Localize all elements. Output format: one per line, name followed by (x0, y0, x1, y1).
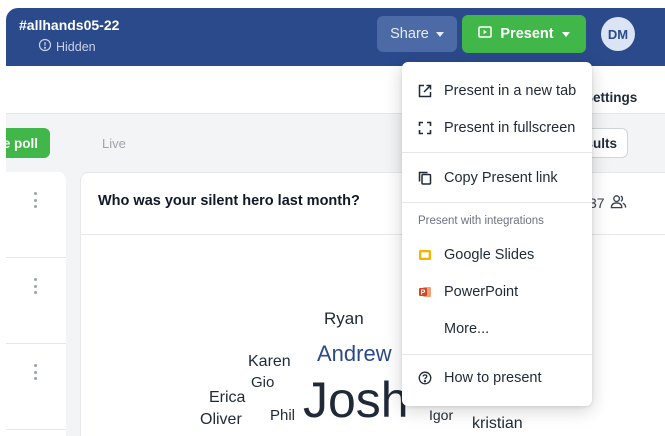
list-item[interactable] (6, 344, 66, 430)
external-link-icon (418, 84, 432, 98)
fullscreen-icon (418, 121, 432, 135)
more-vertical-icon[interactable] (33, 278, 37, 294)
visibility-label: Hidden (56, 39, 96, 54)
cloud-word: kristian (472, 415, 523, 432)
list-item[interactable] (6, 258, 66, 344)
google-slides-icon (418, 248, 432, 262)
users-icon (610, 193, 627, 213)
menu-item-how-to-present[interactable]: How to present (402, 361, 592, 395)
cloud-word: Phil (270, 407, 296, 424)
menu-item-more[interactable]: More... (402, 312, 592, 346)
menu-item-present-new-tab[interactable]: Present in a new tab (402, 74, 592, 108)
menu-item-present-fullscreen[interactable]: Present in fullscreen (402, 111, 592, 145)
event-name[interactable]: #allhands05-22 (19, 17, 119, 33)
poll-question: Who was your silent hero last month? (98, 193, 360, 209)
list-item[interactable] (6, 172, 66, 258)
app-window: #allhands05-22 Hidden Share Present DM S… (6, 8, 665, 436)
menu-item-label: More... (444, 321, 490, 337)
menu-item-label: How to present (444, 370, 542, 386)
copy-icon (418, 171, 432, 185)
menu-item-label: Present in fullscreen (444, 120, 576, 136)
cloud-word: Karen (248, 353, 291, 370)
chevron-down-icon (435, 31, 444, 37)
participant-count: 37 (589, 193, 627, 213)
cloud-word: Erica (209, 389, 246, 406)
more-vertical-icon[interactable] (33, 192, 37, 208)
menu-item-google-slides[interactable]: Google Slides (402, 238, 592, 272)
chevron-down-icon (561, 31, 570, 37)
svg-text:P: P (421, 290, 426, 297)
menu-item-label: PowerPoint (444, 284, 519, 300)
present-icon (478, 26, 493, 42)
present-label: Present (500, 26, 554, 42)
menu-divider (402, 152, 592, 153)
top-bar: #allhands05-22 Hidden Share Present DM (6, 8, 665, 66)
menu-item-label: Google Slides (444, 247, 535, 263)
cloud-word: Andrew (317, 341, 392, 366)
menu-item-label: Copy Present link (444, 170, 558, 186)
menu-divider (402, 202, 592, 203)
share-label: Share (390, 26, 429, 42)
alert-circle-icon (38, 38, 52, 55)
integrations-heading: Present with integrations (418, 215, 544, 227)
more-vertical-icon[interactable] (33, 364, 37, 380)
cloud-word: Josh (303, 372, 409, 428)
tab-live[interactable]: Live (102, 136, 126, 151)
cloud-word: Oliver (200, 411, 242, 428)
avatar[interactable]: DM (601, 17, 635, 51)
present-button[interactable]: Present (462, 15, 586, 53)
menu-item-copy-present-link[interactable]: Copy Present link (402, 161, 592, 195)
menu-item-label: Present in a new tab (444, 83, 577, 99)
visibility-status[interactable]: Hidden (38, 38, 96, 55)
cloud-word: Igor (429, 407, 454, 423)
present-menu: Present in a new tab Present in fullscre… (402, 62, 592, 406)
powerpoint-icon: P (418, 285, 432, 299)
create-poll-button[interactable]: e poll (6, 128, 50, 158)
share-button[interactable]: Share (377, 16, 457, 52)
cloud-word: Ryan (324, 309, 364, 328)
menu-divider (402, 354, 592, 355)
help-circle-icon (418, 371, 432, 385)
cloud-word: Gio (251, 374, 275, 391)
poll-list (6, 172, 66, 436)
menu-item-powerpoint[interactable]: P PowerPoint (402, 275, 592, 309)
